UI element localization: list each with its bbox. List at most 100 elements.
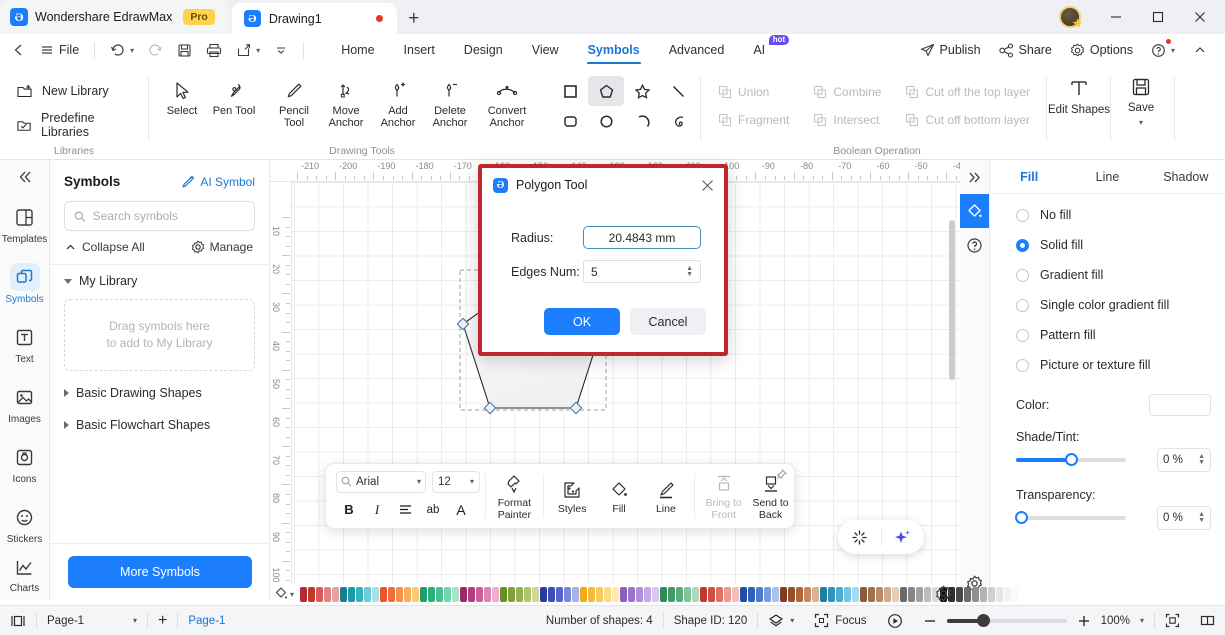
palette-swatch[interactable] [436, 586, 444, 602]
shape-rectangle[interactable] [552, 76, 588, 106]
palette-swatch[interactable] [804, 586, 812, 602]
palette-swatch[interactable] [660, 586, 668, 602]
more-symbols-button[interactable]: More Symbols [68, 556, 252, 588]
rail-item-text[interactable]: Text [0, 314, 49, 374]
right-rail-help-button[interactable] [960, 228, 989, 262]
brand-tab[interactable]: Ə Wondershare EdrawMax Pro [0, 0, 228, 34]
pin-icon[interactable] [775, 469, 787, 481]
tab-shadow[interactable]: Shadow [1147, 160, 1225, 194]
palette-swatch[interactable] [692, 586, 700, 602]
font-size-selector[interactable]: 12 ▾ [432, 470, 480, 493]
transparency-slider[interactable] [1015, 511, 1126, 524]
palette-swatch[interactable] [428, 586, 436, 602]
palette-swatch[interactable] [308, 586, 316, 602]
format-painter-button[interactable]: Format Painter [491, 472, 538, 521]
palette-swatch[interactable] [724, 586, 732, 602]
rail-item-symbols[interactable]: Symbols [0, 254, 49, 314]
dialog-close-button[interactable] [701, 179, 714, 192]
ribbon-tab-home[interactable]: Home [327, 34, 388, 66]
more-commands-button[interactable] [268, 37, 294, 63]
italic-button[interactable]: I [364, 498, 390, 522]
shape-star[interactable] [624, 76, 660, 106]
tool-move-anchor[interactable]: Move Anchor [320, 72, 372, 129]
palette-swatch[interactable] [492, 586, 500, 602]
palette-swatch[interactable] [332, 586, 340, 602]
ai-symbol-button[interactable]: AI Symbol [181, 175, 255, 189]
tree-item-basic-flowchart-shapes[interactable]: Basic Flowchart Shapes [50, 409, 269, 441]
palette-swatch[interactable] [748, 586, 756, 602]
right-rail-fill-button[interactable] [960, 194, 989, 228]
palette-swatch[interactable] [772, 586, 780, 602]
zoom-level-caret[interactable]: ▾ [1140, 616, 1144, 625]
export-dropdown-caret[interactable]: ▾ [256, 46, 260, 55]
palette-swatch[interactable] [852, 586, 860, 602]
palette-swatch[interactable] [924, 586, 932, 602]
radio-gradient-fill[interactable] [1016, 268, 1029, 282]
shade-tint-slider[interactable] [1016, 453, 1126, 466]
palette-swatch[interactable] [372, 586, 380, 602]
boolean-combine[interactable]: Combine [807, 81, 893, 103]
palette-swatch[interactable] [508, 586, 516, 602]
palette-swatch[interactable] [796, 586, 804, 602]
palette-swatch[interactable] [1012, 586, 1020, 602]
page-selector-caret[interactable]: ▾ [133, 616, 137, 625]
rail-item-charts[interactable]: Charts [0, 554, 49, 594]
palette-swatch[interactable] [964, 586, 972, 602]
layers-caret[interactable]: ▾ [790, 616, 794, 625]
fill-option-single-color-gradient-fill[interactable]: Single color gradient fill [990, 290, 1225, 320]
tree-item-my-library[interactable]: My Library [50, 265, 269, 297]
ribbon-tab-symbols[interactable]: Symbols [574, 34, 654, 66]
new-tab-button[interactable]: + [397, 3, 431, 34]
shape-spiral[interactable] [660, 106, 696, 136]
tab-fill[interactable]: Fill [990, 160, 1068, 194]
dialog-ok-button[interactable]: OK [544, 308, 620, 335]
text-case-button[interactable]: ab [420, 498, 446, 522]
maximize-button[interactable] [1137, 0, 1179, 34]
palette-swatch[interactable] [468, 586, 476, 602]
rail-item-templates[interactable]: Templates [0, 194, 49, 254]
palette-swatch[interactable] [476, 586, 484, 602]
dialog-cancel-button[interactable]: Cancel [630, 308, 706, 335]
tree-item-basic-drawing-shapes[interactable]: Basic Drawing Shapes [50, 377, 269, 409]
transparency-spin-arrows[interactable]: ▲ ▼ [1198, 511, 1205, 524]
palette-swatch[interactable] [596, 586, 604, 602]
shape-line[interactable] [660, 76, 696, 106]
palette-swatch[interactable] [716, 586, 724, 602]
options-button[interactable]: Options [1062, 37, 1141, 63]
palette-swatch[interactable] [988, 586, 996, 602]
redo-button[interactable] [142, 37, 169, 63]
radio-solid-fill[interactable] [1016, 238, 1029, 252]
fill-option-picture-or-texture-fill[interactable]: Picture or texture fill [990, 350, 1225, 380]
palette-swatch[interactable] [676, 586, 684, 602]
palette-swatch[interactable] [764, 586, 772, 602]
palette-swatch[interactable] [380, 586, 388, 602]
palette-swatch[interactable] [844, 586, 852, 602]
styles-button[interactable]: Styles [549, 478, 596, 515]
palette-swatch[interactable] [740, 586, 748, 602]
document-tab-drawing1[interactable]: Ə Drawing1 [231, 3, 397, 34]
palette-swatch[interactable] [540, 586, 548, 602]
color-swatch-button[interactable] [1149, 394, 1211, 416]
zoom-slider-knob[interactable] [976, 613, 990, 627]
transparency-spinner[interactable]: 0 % ▲ ▼ [1157, 506, 1211, 530]
zoom-level-label[interactable]: 100% [1101, 615, 1130, 627]
palette-picker-button[interactable]: ▾ [274, 587, 294, 601]
my-library-dropzone[interactable]: Drag symbols here to add to My Library [64, 299, 255, 371]
shape-arc[interactable] [624, 106, 660, 136]
ribbon-tab-ai[interactable]: AI hot [739, 34, 790, 66]
tool-pencil[interactable]: Pencil Tool [268, 72, 320, 129]
save-dropdown-caret[interactable]: ▾ [1139, 118, 1143, 127]
palette-swatch[interactable] [316, 586, 324, 602]
focus-button[interactable]: Focus [804, 606, 876, 635]
collapse-ribbon-button[interactable] [1185, 37, 1215, 63]
palette-dropdown-caret[interactable]: ▾ [290, 590, 294, 599]
boolean-cut-off-top-layer[interactable]: Cut off the top layer [899, 81, 1042, 103]
radius-input[interactable]: 20.4843 mm [583, 226, 701, 249]
add-page-button[interactable]: + [148, 606, 177, 635]
palette-swatch[interactable] [420, 586, 428, 602]
save-button[interactable] [171, 37, 198, 63]
palette-swatch[interactable] [668, 586, 676, 602]
font-size-caret[interactable]: ▾ [470, 477, 474, 486]
palette-swatch[interactable] [588, 586, 596, 602]
fill-option-pattern-fill[interactable]: Pattern fill [990, 320, 1225, 350]
